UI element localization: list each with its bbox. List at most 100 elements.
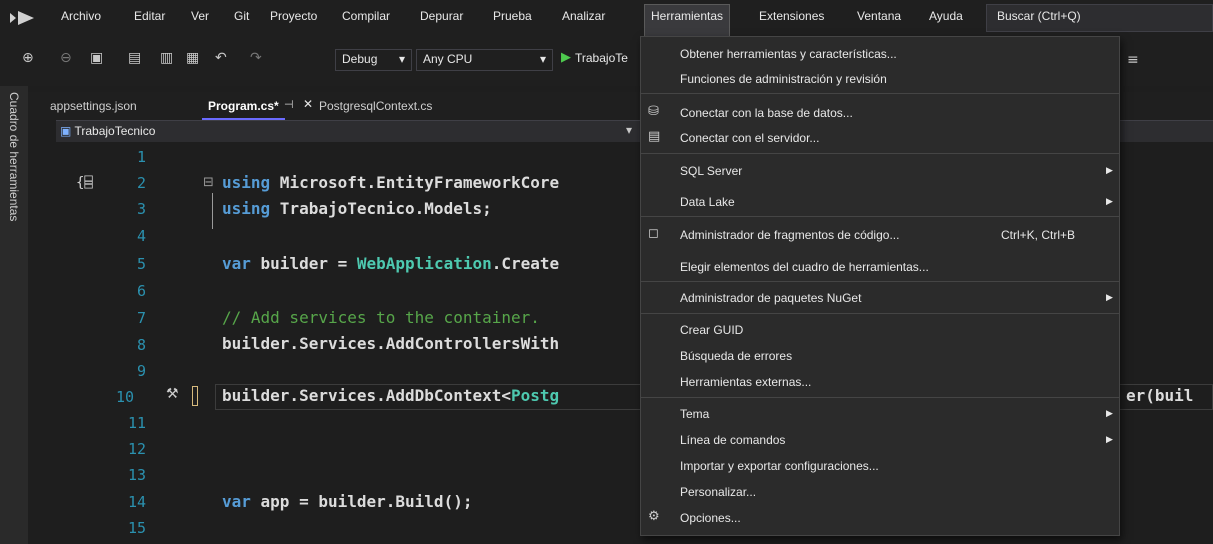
line-number: 4 xyxy=(136,227,146,245)
back-icon[interactable]: ⊕ xyxy=(22,50,34,66)
database-icon: ⛁ xyxy=(648,104,659,119)
line-number: 3 xyxy=(136,200,146,218)
platform-dropdown[interactable]: Any CPU ▾ xyxy=(416,49,553,71)
line-number: 11 xyxy=(127,414,146,432)
menu-herramientas[interactable]: Herramientas xyxy=(644,4,731,36)
search-box[interactable]: Buscar (Ctrl+Q) xyxy=(986,4,1213,32)
menu-analizar[interactable]: Analizar xyxy=(562,9,605,23)
menu-separator xyxy=(641,313,1119,314)
menu-depurar[interactable]: Depurar xyxy=(420,9,463,23)
overflow-icon[interactable]: ≡ xyxy=(1127,52,1139,68)
menu-ver[interactable]: Ver xyxy=(191,9,209,23)
code-line-14: var app = builder.Build(); xyxy=(222,492,472,511)
menu-item-command-line[interactable]: Línea de comandos xyxy=(680,433,785,447)
visual-studio-logo-icon[interactable] xyxy=(8,9,36,27)
line-number: 10 xyxy=(115,388,134,406)
pin-icon[interactable]: ⊣ xyxy=(284,98,294,111)
menu-item-data-lake[interactable]: Data Lake xyxy=(680,195,735,209)
code-line-8: builder.Services.AddControllersWith xyxy=(222,334,560,353)
tab-program[interactable]: Program.cs* xyxy=(202,96,285,120)
code-line-7: // Add services to the container. xyxy=(222,308,540,327)
menu-item-connect-server[interactable]: Conectar con el servidor... xyxy=(680,131,819,145)
chevron-right-icon: ▶ xyxy=(1106,409,1113,419)
chevron-down-icon: ▾ xyxy=(539,52,546,66)
run-target[interactable]: TrabajoTe xyxy=(575,51,628,65)
menu-separator xyxy=(641,397,1119,398)
menu-item-external-tools[interactable]: Herramientas externas... xyxy=(680,375,811,389)
menu-item-create-guid[interactable]: Crear GUID xyxy=(680,323,743,337)
menu-item-sql-server[interactable]: SQL Server xyxy=(680,164,742,178)
save-icon[interactable]: ▥ xyxy=(160,50,173,66)
menu-ventana[interactable]: Ventana xyxy=(857,9,901,23)
menu-archivo[interactable]: Archivo xyxy=(61,9,101,23)
line-number: 9 xyxy=(136,362,146,380)
code-text: TrabajoTecnico.Models; xyxy=(270,199,492,218)
chevron-right-icon: ▶ xyxy=(1106,166,1113,176)
change-marker xyxy=(192,386,198,406)
open-icon[interactable]: ▤ xyxy=(128,50,141,66)
keyword: var xyxy=(222,254,251,273)
menu-item-get-tools[interactable]: Obtener herramientas y características..… xyxy=(680,47,897,61)
gear-icon: ⚙ xyxy=(648,509,660,524)
code-text: app = builder.Build(); xyxy=(250,492,473,511)
toolbox-tab[interactable]: Cuadro de herramientas xyxy=(7,92,21,221)
menu-item-toolbox-items[interactable]: Elegir elementos del cuadro de herramien… xyxy=(680,260,929,274)
configuration-dropdown[interactable]: Debug ▾ xyxy=(335,49,412,71)
tab-postgresqlcontext[interactable]: PostgresqlContext.cs xyxy=(313,96,438,118)
menu-proyecto[interactable]: Proyecto xyxy=(270,9,317,23)
tab-appsettings[interactable]: appsettings.json xyxy=(44,96,143,118)
menu-item-snippets[interactable]: Administrador de fragmentos de código... xyxy=(680,228,899,242)
code-text: builder = xyxy=(250,254,357,273)
chevron-right-icon: ▶ xyxy=(1106,197,1113,207)
code-line-10-tail: er(buil xyxy=(1126,386,1194,405)
keyword: var xyxy=(222,492,251,511)
code-line-5: var builder = WebApplication.Create xyxy=(222,254,559,273)
menu-item-import-export[interactable]: Importar y exportar configuraciones... xyxy=(680,459,879,473)
menu-separator xyxy=(641,153,1119,154)
line-number: 13 xyxy=(127,466,146,484)
undo-icon[interactable]: ↶ xyxy=(215,50,227,66)
menu-item-nuget[interactable]: Administrador de paquetes NuGet xyxy=(680,291,861,305)
menu-git[interactable]: Git xyxy=(234,9,249,23)
keyword: using xyxy=(222,173,271,192)
chevron-down-icon[interactable]: ▾ xyxy=(626,123,632,137)
menu-separator xyxy=(641,281,1119,282)
server-icon: ▤ xyxy=(648,129,661,144)
project-icon: ▣ xyxy=(60,124,72,138)
line-number: 8 xyxy=(136,336,146,354)
new-project-icon[interactable]: ▣ xyxy=(90,50,103,66)
screwdriver-icon[interactable]: ⚒ xyxy=(166,386,179,402)
menu-ayuda[interactable]: Ayuda xyxy=(929,9,963,23)
menu-compilar[interactable]: Compilar xyxy=(342,9,390,23)
project-selector[interactable]: ▣ TrabajoTecnico xyxy=(60,124,155,138)
chevron-right-icon: ▶ xyxy=(1106,435,1113,445)
menu-item-error-lookup[interactable]: Búsqueda de errores xyxy=(680,349,792,363)
collapse-icon[interactable]: ⊟ xyxy=(203,175,214,190)
save-all-icon[interactable]: ▦ xyxy=(186,50,199,66)
line-number: 14 xyxy=(127,493,146,511)
code-text: builder.Services.AddDbContext< xyxy=(222,386,511,405)
code-line-10: builder.Services.AddDbContext<Postg xyxy=(222,386,559,405)
configuration-value: Debug xyxy=(342,52,378,66)
menu-separator xyxy=(641,93,1119,94)
redo-icon[interactable]: ↷ xyxy=(250,50,262,66)
menu-item-theme[interactable]: Tema xyxy=(680,407,709,421)
shortcut-label: Ctrl+K, Ctrl+B xyxy=(1001,228,1076,242)
forward-icon[interactable]: ⊖ xyxy=(60,50,72,66)
line-number: 7 xyxy=(136,309,146,327)
menu-prueba[interactable]: Prueba xyxy=(493,9,532,23)
menu-extensiones[interactable]: Extensiones xyxy=(759,9,824,23)
type-name: WebApplication xyxy=(356,254,492,273)
menu-item-admin-review[interactable]: Funciones de administración y revisión xyxy=(680,72,887,86)
close-icon[interactable]: ✕ xyxy=(303,97,313,111)
chevron-right-icon: ▶ xyxy=(1106,293,1113,303)
menu-editar[interactable]: Editar xyxy=(134,9,165,23)
type-name: Postg xyxy=(510,386,560,405)
code-line-3: using TrabajoTecnico.Models; xyxy=(222,199,492,218)
menu-item-options[interactable]: Opciones... xyxy=(680,511,741,525)
code-line-2: using Microsoft.EntityFrameworkCore xyxy=(222,173,559,192)
snippet-icon: ◻ xyxy=(648,226,659,241)
menu-item-connect-database[interactable]: Conectar con la base de datos... xyxy=(680,106,853,120)
menu-item-customize[interactable]: Personalizar... xyxy=(680,485,756,499)
play-icon[interactable]: ▶ xyxy=(561,50,571,65)
